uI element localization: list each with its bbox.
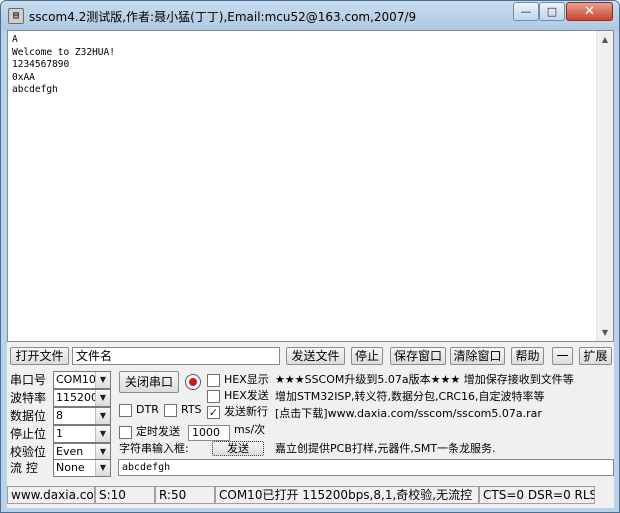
send-newline-checkbox[interactable]: ✓ <box>207 406 220 419</box>
info-line-4[interactable]: 嘉立创提供PCB打样,元器件,SMT一条龙服务. <box>275 441 496 457</box>
window-title: sscom4.2测试版,作者:聂小猛(丁丁),Email:mcu52@163.c… <box>29 10 417 24</box>
port-status-light-icon <box>185 374 201 390</box>
status-port-state: COM10已打开 115200bps,8,1,奇校验,无流控 <box>215 486 479 504</box>
app-window: ▤ sscom4.2测试版,作者:聂小猛(丁丁),Email:mcu52@163… <box>0 0 620 513</box>
baud-label: 波特率 <box>10 391 47 405</box>
hex-display-checkbox[interactable] <box>207 374 220 387</box>
scroll-up-icon[interactable]: ▲ <box>597 31 613 48</box>
timed-send-label: 定时发送 <box>136 425 180 438</box>
rts-label: RTS <box>181 403 202 416</box>
file-name-field[interactable]: 文件名 <box>72 347 280 365</box>
baud-select[interactable]: 115200 ▼ <box>53 389 111 407</box>
close-port-button[interactable]: 关闭串口 <box>119 371 179 393</box>
dash-button[interactable]: 一 <box>552 347 573 365</box>
info-line-1: ★★★SSCOM升级到5.07a版本★★★ 增加保存接收到文件等 <box>275 373 574 386</box>
parity-label: 校验位 <box>10 445 47 459</box>
flow-label: 流 控 <box>10 461 38 475</box>
stop-button[interactable]: 停止 <box>351 347 383 365</box>
status-received: R:50 <box>155 486 215 504</box>
hex-send-checkbox[interactable] <box>207 390 220 403</box>
receive-area[interactable]: A Welcome to Z32HUA! 1234567890 0xAA abc… <box>7 30 614 342</box>
hex-display-label: HEX显示 <box>224 373 269 386</box>
status-sent: S:10 <box>95 486 155 504</box>
scroll-down-icon[interactable]: ▼ <box>597 324 613 341</box>
dtr-label: DTR <box>136 403 159 416</box>
chevron-down-icon[interactable]: ▼ <box>95 372 110 388</box>
receive-text: A Welcome to Z32HUA! 1234567890 0xAA abc… <box>12 34 115 95</box>
flow-value: None <box>56 461 85 474</box>
serial-port-app-icon[interactable]: ▤ <box>8 8 24 24</box>
expand-button[interactable]: 扩展 <box>579 347 612 365</box>
send-input[interactable]: abcdefgh <box>118 459 614 476</box>
chevron-down-icon[interactable]: ▼ <box>95 408 110 424</box>
close-button[interactable]: ✕ <box>566 2 613 21</box>
receive-scrollbar[interactable]: ▲ ▼ <box>596 31 613 341</box>
status-lines: CTS=0 DSR=0 RLSD <box>479 486 595 504</box>
maximize-button[interactable]: □ <box>539 2 565 21</box>
port-label: 串口号 <box>10 373 47 387</box>
status-website: www.daxia.com <box>7 486 95 504</box>
download-link[interactable]: [点击下载]www.daxia.com/sscom/sscom5.07a.rar <box>275 406 542 422</box>
send-newline-label: 发送新行 <box>224 405 268 418</box>
help-button[interactable]: 帮助 <box>511 347 544 365</box>
stop-bits-value: 1 <box>56 427 63 440</box>
data-bits-label: 数据位 <box>10 409 47 423</box>
send-file-button[interactable]: 发送文件 <box>286 347 345 365</box>
timed-send-checkbox[interactable] <box>119 426 132 439</box>
title-bar[interactable]: ▤ sscom4.2测试版,作者:聂小猛(丁丁),Email:mcu52@163… <box>1 1 619 30</box>
save-window-button[interactable]: 保存窗口 <box>390 347 446 365</box>
send-button[interactable]: 发送 <box>212 441 264 456</box>
hex-send-label: HEX发送 <box>224 389 269 402</box>
input-label: 字符串输入框: <box>119 442 189 455</box>
stop-bits-label: 停止位 <box>10 427 47 441</box>
parity-value: Even <box>56 445 84 458</box>
flow-select[interactable]: None ▼ <box>53 459 111 477</box>
chevron-down-icon[interactable]: ▼ <box>95 426 110 442</box>
chevron-down-icon[interactable]: ▼ <box>95 460 110 476</box>
port-value: COM10 <box>56 373 96 386</box>
rts-checkbox[interactable] <box>164 404 177 417</box>
open-file-button[interactable]: 打开文件 <box>10 347 69 365</box>
clear-window-button[interactable]: 清除窗口 <box>450 347 505 365</box>
baud-value: 115200 <box>56 391 98 404</box>
minimize-button[interactable]: — <box>513 2 539 21</box>
status-light-dot <box>189 378 197 386</box>
dtr-checkbox[interactable] <box>119 404 132 417</box>
chevron-down-icon[interactable]: ▼ <box>95 390 110 406</box>
interval-unit-label: ms/次 <box>234 423 266 436</box>
interval-input[interactable]: 1000 <box>188 425 230 441</box>
data-bits-value: 8 <box>56 409 63 422</box>
stop-bits-select[interactable]: 1 ▼ <box>53 425 111 443</box>
port-select[interactable]: COM10 ▼ <box>53 371 111 389</box>
info-line-2: 增加STM32ISP,转义符,数据分包,CRC16,自定波特率等 <box>275 390 545 403</box>
chevron-down-icon[interactable]: ▼ <box>95 444 110 460</box>
data-bits-select[interactable]: 8 ▼ <box>53 407 111 425</box>
main-panel: A Welcome to Z32HUA! 1234567890 0xAA abc… <box>7 30 614 508</box>
